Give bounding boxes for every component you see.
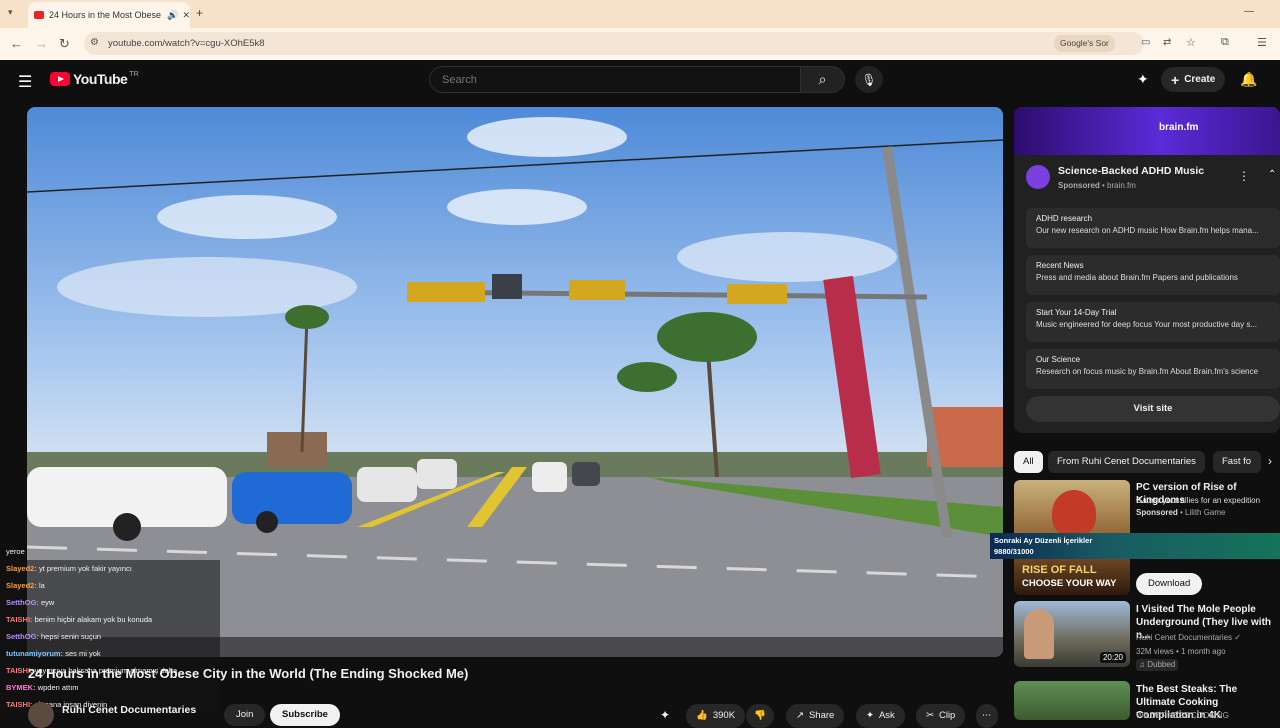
chat-message: BYMEK: wpden attım	[0, 679, 220, 696]
thumb-text-rise: RISE OF FALL	[1022, 564, 1097, 576]
chat-message: SetthOG: eyw	[0, 594, 220, 611]
new-tab-icon[interactable]: +	[196, 6, 203, 20]
chip-from-channel[interactable]: From Ruhi Cenet Documentaries	[1048, 451, 1205, 473]
more-actions-button[interactable]: ⋯	[976, 704, 998, 728]
chips-next-arrow-icon[interactable]: ›	[1268, 454, 1272, 468]
plus-icon: +	[1171, 71, 1180, 88]
sponsored-ad-card: brain.fm Science-Backed ADHD Music Spons…	[1014, 107, 1280, 433]
ad-link-trial[interactable]: Start Your 14-Day Trial Music engineered …	[1026, 302, 1280, 342]
search-button[interactable]: ⌕	[800, 66, 845, 93]
more-horizontal-icon: ⋯	[982, 710, 992, 721]
site-info-icon[interactable]: ⚙	[90, 37, 99, 48]
join-button[interactable]: Join	[224, 704, 266, 726]
dub-icon: ♫	[1139, 660, 1145, 669]
share-icon: ↗	[796, 710, 804, 721]
tab-title: 24 Hours in the Most Obese	[49, 10, 162, 20]
youtube-play-icon	[50, 72, 70, 86]
thumbs-down-icon: 👎	[754, 710, 766, 721]
scissors-icon: ✂	[926, 710, 934, 721]
chip-all[interactable]: All	[1014, 451, 1043, 473]
hamburger-menu-icon[interactable]: ☰	[18, 72, 32, 92]
notifications-bell-icon[interactable]: 🔔	[1240, 71, 1257, 88]
chat-message: Slayed2: la	[0, 577, 220, 594]
ad-title[interactable]: Science-Backed ADHD Music	[1058, 165, 1204, 177]
chat-message: Slayed2: yt premium yok fakir yayıncı	[0, 560, 220, 577]
bookmark-star-icon[interactable]: ☆	[1186, 36, 1196, 49]
subscribe-button[interactable]: Subscribe	[270, 704, 340, 726]
helmet-graphic	[1052, 490, 1096, 536]
browser-tab[interactable]: 24 Hours in the Most Obese 🔊 ✕	[28, 2, 190, 28]
dislike-button[interactable]: 👎	[746, 704, 774, 728]
channel-avatar[interactable]	[28, 702, 54, 728]
chat-message: tutunamiyorum: ses mi yok	[0, 645, 220, 662]
collapse-chevron-icon[interactable]: ⌃	[1268, 169, 1276, 180]
forward-icon[interactable]: →	[35, 36, 48, 51]
sparkle-ask-icon: ✦	[866, 710, 874, 721]
visit-site-button[interactable]: Visit site	[1026, 396, 1280, 422]
ad-banner[interactable]	[1014, 107, 1280, 155]
more-vertical-icon[interactable]: ⋮	[1238, 169, 1250, 183]
ai-assist-icon[interactable]: ✦	[1137, 71, 1149, 88]
ad-brand-logo: brain.fm	[1159, 122, 1199, 133]
thumbs-up-icon: 👍	[696, 710, 708, 721]
search-input[interactable]	[429, 66, 801, 93]
rec-subtitle: Gather your allies for an expedition	[1136, 496, 1261, 505]
browser-tab-bar: ▾ 24 Hours in the Most Obese 🔊 ✕ + —	[0, 0, 1280, 28]
close-tab-icon[interactable]: ✕	[182, 10, 190, 21]
clip-button[interactable]: ✂ Clip	[916, 704, 966, 728]
dubbed-badge: ♫ Dubbed	[1136, 659, 1179, 671]
rec-sponsor-line: Sponsored • Lilith Game	[1136, 508, 1226, 517]
rec-thumbnail-mole-people[interactable]: 20:20	[1014, 601, 1130, 667]
rec-thumbnail-steaks[interactable]	[1014, 681, 1130, 720]
rec-meta-views: 32M views • 1 month ago	[1136, 647, 1226, 656]
person-graphic	[1024, 609, 1054, 659]
chip-fast-food[interactable]: Fast fo	[1213, 451, 1261, 473]
reload-icon[interactable]: ↻	[59, 36, 70, 52]
speaker-icon[interactable]: 🔊	[167, 10, 178, 21]
create-button[interactable]: + Create	[1161, 67, 1226, 92]
video-duration: 20:20	[1099, 652, 1126, 663]
minimize-icon[interactable]: —	[1244, 6, 1254, 17]
youtube-favicon-icon	[34, 11, 44, 19]
cast-icon[interactable]: ▭	[1141, 37, 1150, 48]
ask-button[interactable]: ✦ Ask	[856, 704, 905, 728]
rec-channel-wilderness[interactable]: WILDERNESS COOKING	[1136, 710, 1229, 722]
translate-icon[interactable]: ⇄	[1163, 37, 1171, 48]
google-search-chip[interactable]: Google's Sor	[1054, 35, 1115, 52]
chat-message: yeroe	[6, 547, 25, 556]
tab-list-icon[interactable]: ▾	[8, 7, 13, 18]
back-icon[interactable]: ←	[10, 36, 23, 51]
reading-list-icon[interactable]: ☰	[1257, 36, 1267, 49]
video-title: 24 Hours in the Most Obese City in the W…	[28, 666, 469, 681]
stream-goal-overlay: Sonraki Ay Düzenli İçerikler 9880/31000	[990, 533, 1280, 559]
ad-sponsor-line: Sponsored • brain.fm	[1058, 181, 1136, 190]
microphone-icon: 🎙	[861, 72, 877, 87]
rec-channel[interactable]: Ruhi Cenet Documentaries ✓	[1136, 632, 1241, 644]
voice-search-button[interactable]: 🎙	[855, 66, 883, 93]
chat-message: TAISHI: benim hiçbir alakam yok bu konud…	[0, 611, 220, 628]
ad-advertiser-avatar[interactable]	[1026, 165, 1050, 189]
ad-link-recent-news[interactable]: Recent News Press and media about Brain.f…	[1026, 255, 1280, 295]
ad-link-adhd-research[interactable]: ADHD research Our new research on ADHD mu…	[1026, 208, 1280, 248]
download-button[interactable]: Download	[1136, 573, 1203, 595]
youtube-logo[interactable]: YouTube TR	[50, 71, 139, 87]
share-button[interactable]: ↗ Share	[786, 704, 845, 728]
like-button[interactable]: 👍 390K	[686, 704, 746, 728]
chat-message: SetthOG: hepsi senin suçun	[0, 628, 220, 645]
search-icon: ⌕	[818, 71, 827, 87]
thumb-text-choose: CHOOSE YOUR WAY	[1022, 578, 1117, 589]
extensions-icon[interactable]: ⧉	[1221, 36, 1229, 49]
channel-name[interactable]: Ruhi Cenet Documentaries	[62, 704, 196, 716]
live-chat-overlay: yeroe Slayed2: yt premium yok fakir yayı…	[0, 543, 220, 720]
verified-icon: ✓	[1234, 633, 1241, 642]
url-text[interactable]: youtube.com/watch?v=cgu-XOhE5k8	[108, 38, 265, 49]
ad-link-our-science[interactable]: Our Science Research on focus music by Br…	[1026, 349, 1280, 389]
